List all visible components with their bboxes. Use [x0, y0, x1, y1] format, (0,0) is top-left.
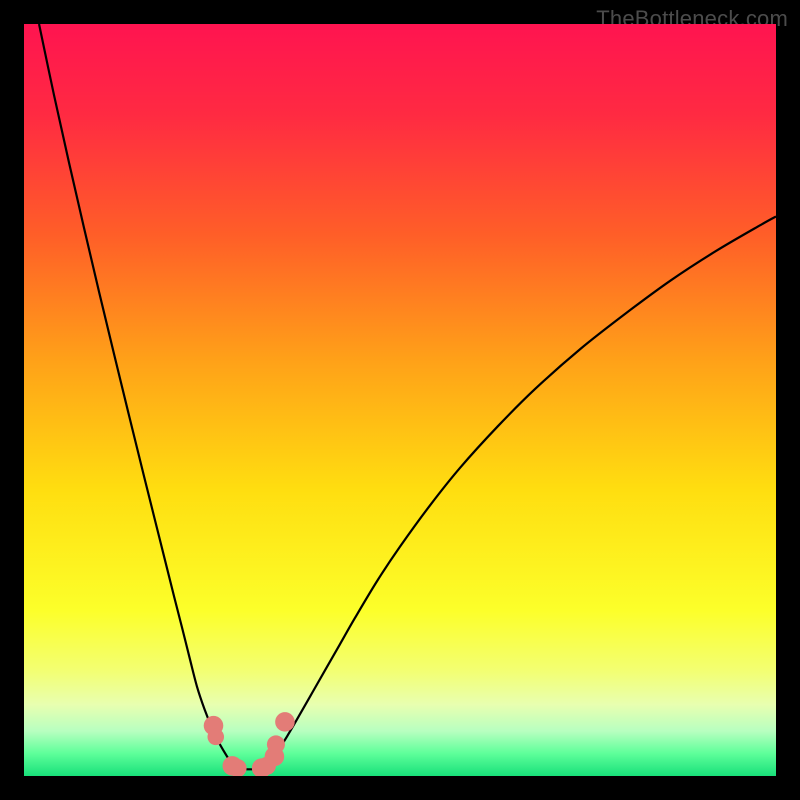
- chart-background: [24, 24, 776, 776]
- chart-frame: [24, 24, 776, 776]
- curve-marker: [275, 712, 295, 732]
- curve-marker: [207, 729, 224, 746]
- bottleneck-chart: [24, 24, 776, 776]
- curve-marker: [267, 735, 285, 753]
